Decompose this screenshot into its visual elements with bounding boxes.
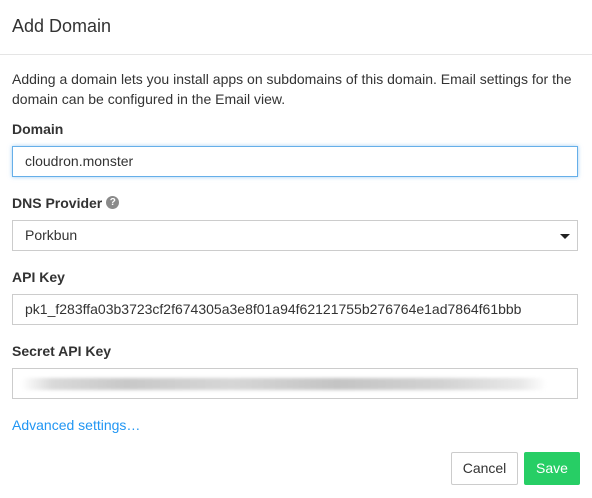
dns-provider-label: DNS Provider? [12,194,120,212]
dns-provider-label-text: DNS Provider [12,195,103,211]
api-key-label-text: API Key [12,269,65,285]
question-circle-icon[interactable]: ? [106,196,120,209]
save-button[interactable]: Save [524,452,580,485]
domain-label: Domain [12,120,63,138]
chevron-down-icon [560,234,570,239]
secret-api-key-label: Secret API Key [12,342,111,360]
domain-input[interactable]: cloudron.monster [12,146,578,177]
dns-provider-selected-value: Porkbun [25,227,78,243]
cancel-button[interactable]: Cancel [451,452,518,485]
secret-api-key-label-text: Secret API Key [12,343,112,359]
dialog-description: Adding a domain lets you install apps on… [12,71,572,107]
secret-api-key-input[interactable] [12,368,578,399]
api-key-input[interactable]: pk1_f283ffa03b3723cf2f674305a3e8f01a94f6… [12,294,578,325]
advanced-settings-link[interactable]: Advanced settings… [12,416,140,434]
dns-provider-select[interactable]: Porkbun [12,220,578,251]
dialog-title: Add Domain [12,16,112,36]
redacted-value-blur [21,378,547,390]
domain-label-text: Domain [12,121,64,137]
header-divider [0,54,592,55]
api-key-label: API Key [12,268,65,286]
